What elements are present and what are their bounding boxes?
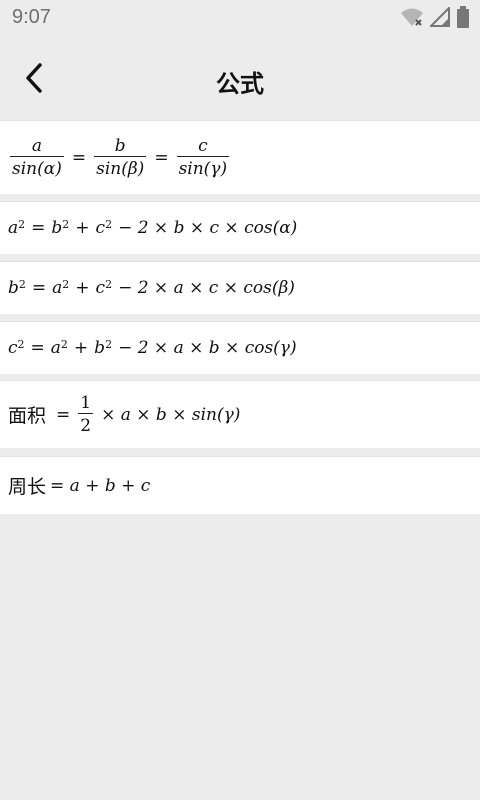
page-title: 公式 [216, 70, 264, 98]
exponent: 2 [18, 277, 26, 291]
plus-sign: + [75, 218, 90, 238]
perimeter-label: 周长 [8, 476, 47, 498]
status-icons [400, 6, 470, 28]
formula-tail: − 2 × a × c × cos(β) [118, 278, 295, 298]
equals-sign: = [31, 278, 47, 298]
formula-tail: × a × b × sin(γ) [101, 404, 241, 425]
term: a [50, 338, 61, 358]
term: a [52, 278, 63, 298]
term: c [95, 278, 106, 298]
fraction-a-sin-alpha: a sin(α) [10, 136, 64, 179]
numerator: b [114, 136, 126, 156]
fraction-b-sin-beta: b sin(β) [94, 136, 147, 179]
denominator: 2 [78, 413, 94, 436]
term: c [95, 218, 106, 238]
status-time: 9:07 [12, 6, 51, 28]
exponent: 2 [105, 337, 113, 351]
formula-cosine-c: c2 = a2 + b2 − 2 × a × b × cos(γ) [0, 321, 480, 374]
status-bar: 9:07 [0, 0, 480, 36]
exponent: 2 [105, 277, 113, 291]
numerator: c [198, 136, 208, 156]
lhs: c [8, 338, 18, 358]
denominator: sin(γ) [176, 156, 230, 179]
exponent: 2 [60, 337, 68, 351]
perimeter-expression: = a + b + c [50, 475, 151, 496]
battery-icon [457, 6, 469, 28]
fraction-c-sin-gamma: c sin(γ) [176, 136, 230, 179]
lhs: b [8, 278, 19, 298]
formula-cosine-b: b2 = a2 + c2 − 2 × a × c × cos(β) [0, 261, 480, 314]
plus-sign: + [75, 278, 90, 298]
formula-area: 面积 = 1 2 × a × b × sin(γ) [0, 380, 480, 448]
numerator: 1 [80, 393, 92, 413]
plus-sign: + [73, 338, 89, 358]
exponent: 2 [105, 217, 113, 231]
wifi-off-icon [401, 8, 423, 26]
formula-cosine-a: a2 = b2 + c2 − 2 × b × c × cos(α) [0, 201, 480, 254]
exponent: 2 [17, 337, 25, 351]
formula-tail: − 2 × a × b × cos(γ) [118, 338, 297, 358]
equals-sign: = [56, 404, 71, 425]
equals-sign: = [30, 338, 45, 358]
equals-sign: = [71, 147, 87, 168]
exponent: 2 [62, 277, 70, 291]
numerator: a [31, 136, 42, 156]
denominator: sin(β) [94, 156, 147, 179]
area-label: 面积 [8, 405, 47, 427]
formula-law-of-sines: a sin(α) = b sin(β) = c sin(γ) [0, 120, 480, 194]
term: b [51, 218, 63, 238]
term: b [94, 338, 106, 358]
formula-perimeter: 周长 = a + b + c [0, 456, 480, 514]
denominator: sin(α) [10, 156, 64, 179]
lhs: a [8, 218, 19, 238]
exponent: 2 [18, 217, 26, 231]
formula-tail: − 2 × b × c × cos(α) [118, 218, 298, 238]
equals-sign: = [154, 147, 169, 168]
app-bar: 公式 [0, 36, 480, 120]
signal-icon [430, 7, 450, 27]
fraction-one-half: 1 2 [78, 393, 94, 436]
exponent: 2 [62, 217, 70, 231]
equals-sign: = [31, 218, 46, 238]
